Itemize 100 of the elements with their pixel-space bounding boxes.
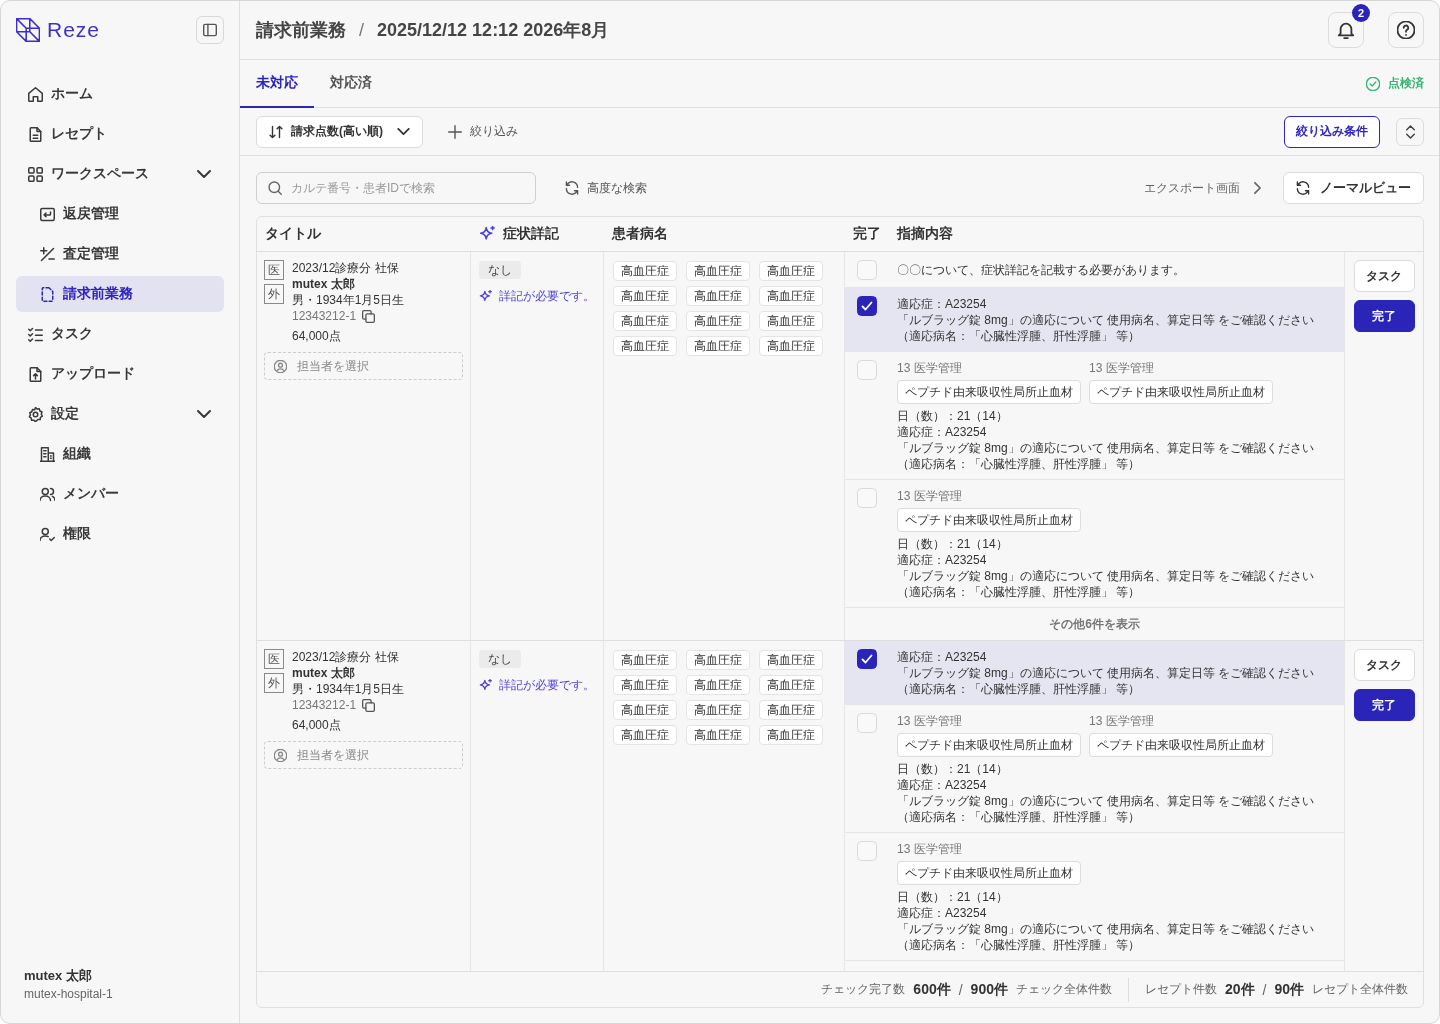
breadcrumb-item: 2025/12/12 12:12 2026年8月 <box>377 19 610 42</box>
up-down-chevron-icon <box>1405 124 1415 139</box>
user-name: mutex 太郎 <box>24 967 93 985</box>
return-icon <box>40 206 55 222</box>
sidebar-item[interactable]: タスク <box>16 316 224 352</box>
stat-label: チェック完了数 <box>821 981 906 998</box>
category-label: 13 医学管理 <box>897 360 962 376</box>
checklist-icon <box>28 326 43 342</box>
sparkle-icon <box>479 679 492 692</box>
sidebar-toggle-button[interactable] <box>196 16 224 44</box>
sidebar-subitem[interactable]: 査定管理 <box>16 236 224 272</box>
billing-period: 2023/12診療分 社保 <box>292 649 400 665</box>
finding-text: 適応症：A23254 <box>897 424 988 440</box>
patient-profile: 男・1934年1月5日生 <box>292 292 405 308</box>
search-field[interactable]: カルテ番号・患者IDで検索 <box>256 172 536 204</box>
assignee-select[interactable]: 担当者を選択 <box>264 352 463 380</box>
sparkle-icon <box>479 226 495 242</box>
add-filter-button[interactable]: 絞り込み <box>448 119 518 144</box>
tab[interactable]: 未対応 <box>240 60 314 108</box>
finding-text: （適応病名：「心臓性浮腫、肝性浮腫」 等） <box>897 681 1142 697</box>
help-button[interactable] <box>1388 12 1424 48</box>
primary-button[interactable]: 完了 <box>1353 689 1415 721</box>
copy-icon <box>362 309 376 323</box>
sidebar-subitem[interactable]: 返戻管理 <box>16 196 224 232</box>
column-header: 完了 <box>853 225 881 243</box>
disease-tag: 高血圧症 <box>759 675 823 695</box>
advanced-search-button[interactable]: 高度な検索 <box>565 175 647 201</box>
stat-separator: / <box>1262 981 1267 998</box>
category-label: 13 医学管理 <box>1089 360 1154 376</box>
disease-tag: 高血圧症 <box>759 286 823 306</box>
disease-tag: 高血圧症 <box>759 650 823 670</box>
finding-text: 「ルブラッグ錠 8mg」の適応について 使用病名、算定日等 をご確認ください <box>897 568 1315 584</box>
copy-icon <box>362 698 376 712</box>
bell-icon <box>1337 21 1355 39</box>
disease-tag: 高血圧症 <box>759 336 823 356</box>
finding-text: 「ルブラッグ錠 8mg」の適応について 使用病名、算定日等 をご確認ください <box>897 312 1315 328</box>
export-link[interactable]: エクスポート画面 <box>1144 179 1261 197</box>
view-button[interactable]: ノーマルビュー <box>1283 172 1424 204</box>
type-badge: 外 <box>264 284 284 304</box>
material-tag: ペプチド由来吸収性局所止血材 <box>1089 733 1273 757</box>
category-label: 13 医学管理 <box>897 841 962 857</box>
finding-text: 日（数）：21（14） <box>897 536 1009 552</box>
disease-tag: 高血圧症 <box>686 700 750 720</box>
stat-label: レセプト全体件数 <box>1312 981 1408 998</box>
disease-tag: 高血圧症 <box>759 725 823 745</box>
symptom-status-tag: なし <box>479 261 521 279</box>
disease-tag: 高血圧症 <box>613 261 677 281</box>
checkbox[interactable] <box>857 649 877 669</box>
breadcrumb-item[interactable]: 請求前業務 <box>256 18 346 42</box>
refresh-icon <box>565 181 579 195</box>
disease-tag: 高血圧症 <box>759 311 823 331</box>
sidebar-subitem[interactable]: メンバー <box>16 476 224 512</box>
patient-profile: 男・1934年1月5日生 <box>292 681 405 697</box>
checkbox[interactable] <box>857 296 877 316</box>
sidebar-subitem[interactable]: 組織 <box>16 436 224 472</box>
filter-conditions-button[interactable]: 絞り込み条件 <box>1284 115 1380 148</box>
sidebar-item[interactable]: レセプト <box>16 116 224 152</box>
secondary-button[interactable]: タスク <box>1353 649 1415 681</box>
finding-text: （適応病名：「心臓性浮腫、肝性浮腫」 等） <box>897 809 1142 825</box>
finding-text: 「ルブラッグ錠 8mg」の適応について 使用病名、算定日等 をご確認ください <box>897 921 1315 937</box>
stat-separator: / <box>958 981 963 998</box>
material-tag: ペプチド由来吸収性局所止血材 <box>897 508 1081 532</box>
secondary-button[interactable]: タスク <box>1353 260 1415 292</box>
patient-id: 12343212-1 <box>292 308 357 324</box>
building-icon <box>40 446 55 462</box>
sidebar-item[interactable]: アップロード <box>16 356 224 392</box>
sidebar-item[interactable]: ワークスペース <box>16 156 224 192</box>
sparkle-icon <box>479 290 492 303</box>
assignee-select[interactable]: 担当者を選択 <box>264 741 463 769</box>
sidebar-subitem[interactable]: 請求前業務 <box>16 276 224 312</box>
review-status: 点検済 <box>1388 75 1424 92</box>
show-more-link[interactable]: その他6件を表示 <box>845 608 1344 640</box>
copy-button[interactable] <box>362 698 376 712</box>
organization-name: mutex-hospital-1 <box>24 986 114 1003</box>
refresh-icon <box>1296 181 1310 195</box>
stat-total: 900件 <box>970 980 1008 999</box>
type-badge: 外 <box>264 673 284 693</box>
tab[interactable]: 対応済 <box>314 60 388 108</box>
disease-tag: 高血圧症 <box>759 700 823 720</box>
sort-dropdown[interactable]: 請求点数(高い順) <box>256 115 423 148</box>
file-upload-icon <box>28 366 43 382</box>
help-icon <box>1397 21 1415 39</box>
finding-text: 日（数）：21（14） <box>897 408 1009 424</box>
disease-tag: 高血圧症 <box>686 725 750 745</box>
home-icon <box>28 86 43 102</box>
finding-text: 適応症：A23254 <box>897 649 988 665</box>
copy-button[interactable] <box>362 309 376 323</box>
column-header: 指摘内容 <box>897 225 953 243</box>
expand-collapse-button[interactable] <box>1396 117 1424 146</box>
material-tag: ペプチド由来吸収性局所止血材 <box>897 380 1081 404</box>
primary-button[interactable]: 完了 <box>1353 300 1415 332</box>
sidebar-subitem[interactable]: 権限 <box>16 516 224 552</box>
plus-icon <box>448 124 462 139</box>
column-header: 患者病名 <box>612 225 668 243</box>
disease-tag: 高血圧症 <box>686 650 750 670</box>
finding-text: （適応病名：「心臓性浮腫、肝性浮腫」 等） <box>897 584 1142 600</box>
sidebar-item[interactable]: ホーム <box>16 76 224 112</box>
sidebar-item[interactable]: 設定 <box>16 396 224 432</box>
column-header: タイトル <box>265 225 321 243</box>
finding-text: 〇〇について、症状詳記を記載する必要があります。 <box>897 262 1185 279</box>
